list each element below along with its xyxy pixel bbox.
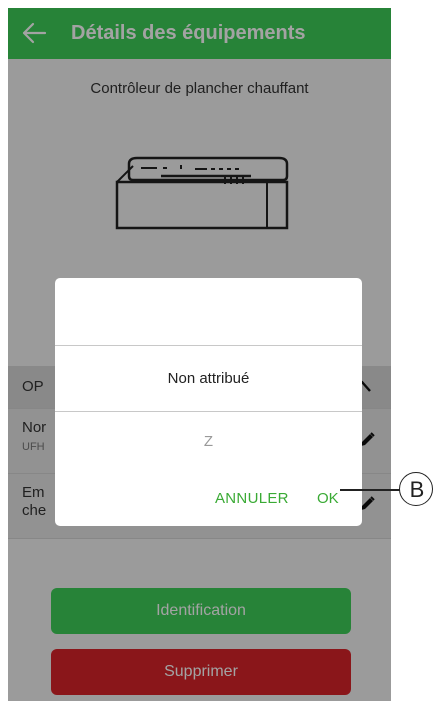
callout-leader-line xyxy=(340,489,400,491)
app-screen: Détails des équipements Contrôleur de pl… xyxy=(8,8,391,701)
divider xyxy=(55,411,362,412)
picker-option[interactable]: Z xyxy=(55,433,362,450)
picker-option-selected[interactable]: Non attribué xyxy=(55,370,362,387)
divider xyxy=(55,345,362,346)
cancel-button[interactable]: ANNULER xyxy=(215,490,289,507)
ok-button[interactable]: OK xyxy=(317,490,339,507)
callout-marker: B xyxy=(399,472,433,506)
location-picker-dialog: Non attribué Z ANNULER OK xyxy=(55,278,362,526)
callout-label: B xyxy=(409,477,425,502)
